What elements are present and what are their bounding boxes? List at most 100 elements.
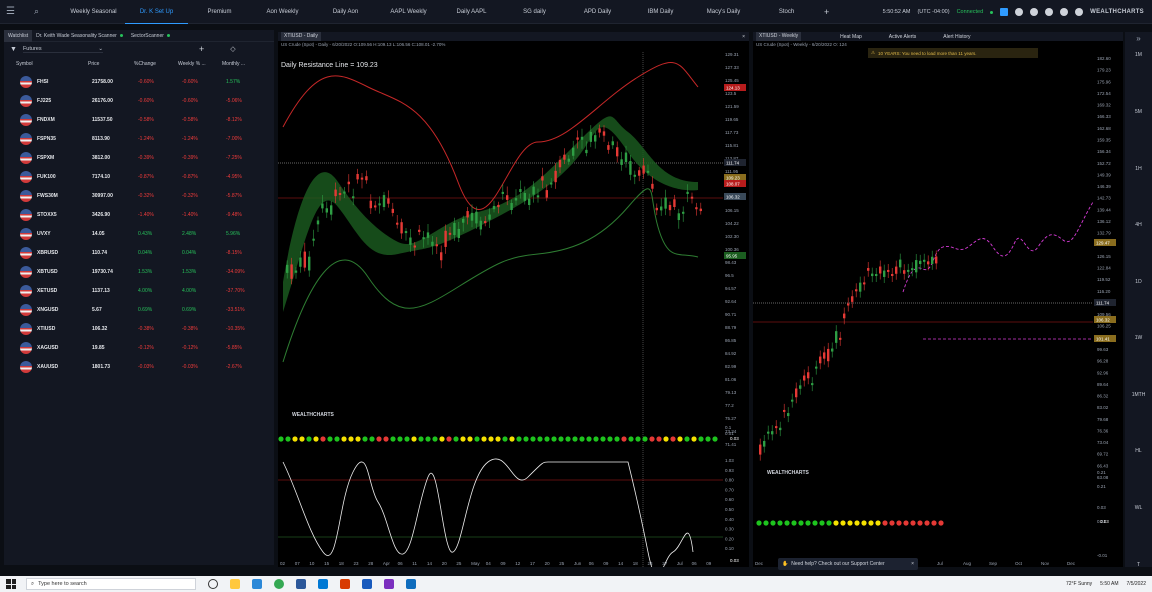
watchlist-row[interactable]: XAGUSD 19.85 -0.12% -0.12% -5.85% — [4, 338, 274, 357]
watchlist-row[interactable]: FWS30M 30997.00 -0.32% -0.32% -5.87% — [4, 186, 274, 205]
gear-icon[interactable] — [1030, 8, 1039, 16]
word-icon[interactable] — [362, 579, 372, 589]
timeframe-button[interactable]: 1D — [1125, 279, 1152, 285]
notification-bell-icon[interactable] — [1015, 8, 1024, 16]
mail-icon[interactable] — [318, 579, 328, 589]
timeframe-button[interactable]: WL — [1125, 505, 1152, 511]
column-header-change[interactable]: %Change — [134, 61, 178, 67]
app-icon[interactable] — [384, 579, 394, 589]
date-axis-label: 02 — [280, 561, 286, 566]
layout-tab[interactable]: APD Daily — [566, 0, 629, 24]
stochastic-line — [282, 458, 694, 567]
watchlist-row[interactable]: XNGUSD 5.67 0.69% 0.69% -33.51% — [4, 300, 274, 319]
timeframe-button[interactable]: HL — [1125, 448, 1152, 454]
watchlist-row[interactable]: XBTUSD 19730.74 1.53% 1.53% -34.09% — [4, 262, 274, 281]
watchlist-tab[interactable]: Dr. Keith Wade Seasonality Scanner — [32, 33, 127, 39]
watchlist-row[interactable]: STOXX5 3426.90 -1.40% -1.40% -9.48% — [4, 205, 274, 224]
watchlist-row[interactable]: FUK100 7174.10 -0.87% -0.87% -4.95% — [4, 167, 274, 186]
symbol-cell: XTIUSD — [20, 322, 92, 335]
layout-tab[interactable]: Dr. K Set Up — [125, 0, 188, 24]
hamburger-menu-icon[interactable]: ☰ — [6, 6, 22, 17]
edge-browser-icon[interactable] — [252, 579, 262, 589]
file-explorer-icon[interactable] — [230, 579, 240, 589]
search-icon[interactable]: ⌕ — [34, 6, 48, 17]
layout-tab[interactable]: Stoch — [755, 0, 818, 24]
timeframe-button[interactable]: 1H — [1125, 166, 1152, 172]
office-icon[interactable] — [340, 579, 350, 589]
timeframe-button[interactable]: T — [1125, 562, 1152, 568]
task-view-icon[interactable] — [208, 579, 218, 589]
watchlist-row[interactable]: UVXY 14.05 0.43% 2.48% 5.96% — [4, 224, 274, 243]
watchlist-row[interactable]: FSPXM 3812.00 -0.39% -0.39% -7.25% — [4, 148, 274, 167]
watchlist-row[interactable]: XAUUSD 1801.73 -0.03% -0.03% -2.67% — [4, 357, 274, 376]
watchlist-row[interactable]: XETUSD 1137.13 4.00% 4.00% -37.70% — [4, 281, 274, 300]
layout-tab[interactable]: AAPL Weekly — [377, 0, 440, 24]
collapse-chevron-icon[interactable]: » — [1125, 34, 1152, 43]
candle-body — [807, 372, 810, 379]
watchlist-row[interactable]: XTIUSD 106.32 -0.38% -0.38% -10.35% — [4, 319, 274, 338]
close-help-icon[interactable]: × — [911, 561, 914, 567]
candle-body — [911, 268, 914, 271]
watchlist-tab[interactable]: Watchlist — [4, 29, 33, 42]
support-help-banner[interactable]: ✋ Need help? Check out our Support Cente… — [778, 558, 918, 570]
add-symbol-icon[interactable]: + — [199, 44, 204, 54]
add-tab-button[interactable]: + — [824, 7, 829, 17]
layout-tab[interactable]: Aon Weekly — [251, 0, 314, 24]
column-header-monthly[interactable]: Monthly ... — [222, 61, 262, 67]
candle-body — [923, 259, 926, 262]
watchlist-row[interactable]: FSPN35 8113.90 -1.24% -1.24% -7.00% — [4, 129, 274, 148]
candle-body — [466, 211, 469, 218]
chrome-icon[interactable] — [274, 579, 284, 589]
layout-tab[interactable]: Premium — [188, 0, 251, 24]
layout-tab[interactable]: IBM Daily — [629, 0, 692, 24]
signal-dot — [868, 520, 874, 526]
timeframe-button[interactable]: 1W — [1125, 335, 1152, 341]
layout-tab[interactable]: Macy's Daily — [692, 0, 755, 24]
tag-icon[interactable]: ◇ — [230, 45, 235, 53]
candle-body — [775, 426, 778, 429]
change-cell: -1.40% — [138, 211, 154, 218]
wealthcharts-taskbar-icon[interactable] — [406, 579, 416, 589]
daily-price-chart[interactable]: 129.31 127.33 125.45 123.5 121.59 119.65 117.7… — [278, 32, 749, 567]
watchlist-row[interactable]: XBRUSD 110.74 0.04% 0.04% -8.15% — [4, 243, 274, 262]
column-header-weekly[interactable]: Weekly % ... — [178, 61, 222, 67]
timeframe-button[interactable]: 4H — [1125, 222, 1152, 228]
weekly-price-chart[interactable]: 182.60 179.23 175.96 172.54 169.32 166.33 162.… — [753, 32, 1123, 567]
weekly-change-cell: -0.60% — [182, 97, 198, 104]
us-flag-icon — [20, 113, 32, 126]
store-icon[interactable] — [296, 579, 306, 589]
candle-body — [382, 195, 386, 208]
candle-body — [585, 149, 588, 154]
price-cell: 30997.00 — [92, 192, 113, 199]
price-cell: 21758.00 — [92, 78, 113, 85]
watchlist-row[interactable]: FNDXM 11537.50 -0.58% -0.58% -8.12% — [4, 110, 274, 129]
candle-body — [871, 273, 874, 277]
help-icon[interactable] — [1045, 8, 1054, 16]
weather-widget[interactable]: 72°F Sunny — [1066, 581, 1092, 587]
layout-tab[interactable]: Daily AAPL — [440, 0, 503, 24]
watchlist-row[interactable]: FJ225 26176.00 -0.60% -0.60% -5.06% — [4, 91, 274, 110]
layout-tab[interactable]: Weekly Seasonal — [62, 0, 125, 24]
timeframe-button[interactable]: 5M — [1125, 109, 1152, 115]
tray-date[interactable]: 7/5/2022 — [1127, 581, 1146, 587]
signal-dot — [784, 520, 790, 526]
power-icon[interactable] — [1060, 8, 1069, 16]
filter-icon[interactable]: ▼ — [10, 46, 17, 53]
tray-time[interactable]: 5:50 AM — [1100, 581, 1118, 587]
layout-tab[interactable]: Daily Aon — [314, 0, 377, 24]
save-icon[interactable] — [1000, 8, 1009, 16]
column-header-symbol[interactable]: Symbol — [16, 61, 88, 67]
us-flag-icon — [20, 265, 32, 278]
indicator-axis-label: 0.03 — [1097, 505, 1106, 510]
taskbar-search-box[interactable]: ⌕ Type here to search — [26, 578, 196, 590]
watchlist-select[interactable]: Futures ⌄ — [22, 46, 103, 53]
timeframe-button[interactable]: 1MTH — [1125, 392, 1152, 398]
watchlist-row[interactable]: FHSI 21758.00 -0.60% -0.60% 1.57% — [4, 72, 274, 91]
layout-tab[interactable]: SG daily — [503, 0, 566, 24]
column-header-price[interactable]: Price — [88, 61, 134, 67]
watchlist-tab[interactable]: SectorScanner — [127, 33, 174, 39]
user-avatar[interactable] — [1075, 8, 1084, 16]
windows-start-icon[interactable] — [6, 579, 16, 589]
signal-dot — [903, 520, 909, 526]
timeframe-button[interactable]: 1M — [1125, 52, 1152, 58]
